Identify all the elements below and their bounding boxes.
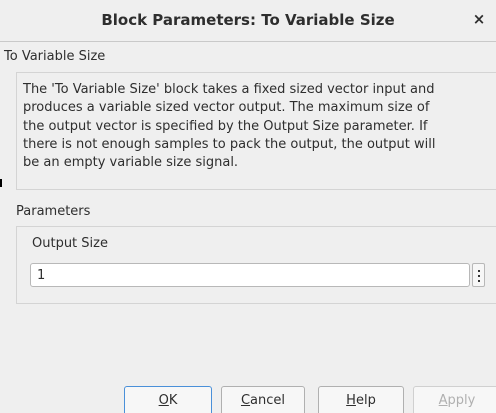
ok-button[interactable]: OK <box>124 386 212 413</box>
description-line: be an empty variable size signal. <box>23 155 239 171</box>
close-icon: × <box>472 10 486 28</box>
resize-edge-marker <box>0 179 2 187</box>
description-line: there is not enough samples to pack the … <box>23 136 436 152</box>
block-name-label: To Variable Size <box>4 49 106 64</box>
title-bar[interactable]: Block Parameters: To Variable Size × <box>0 0 496 42</box>
apply-mnemonic: A <box>438 393 448 408</box>
block-parameters-dialog: Block Parameters: To Variable Size × To … <box>0 0 496 413</box>
cancel-button[interactable]: Cancel <box>221 386 305 413</box>
close-button[interactable]: × <box>469 8 489 30</box>
output-size-more-button[interactable] <box>472 263 485 287</box>
output-size-input[interactable] <box>30 263 470 287</box>
output-size-label: Output Size <box>32 236 108 251</box>
help-label-rest: elp <box>355 393 376 408</box>
help-button[interactable]: Help <box>318 386 404 413</box>
apply-button[interactable]: Apply <box>413 386 496 413</box>
ok-label-rest: K <box>168 393 178 408</box>
parameters-section-label: Parameters <box>16 204 91 219</box>
dialog-title: Block Parameters: To Variable Size <box>101 11 395 29</box>
description-line: The 'To Variable Size' block takes a fix… <box>23 82 435 97</box>
description-line: produces a variable sized vector output.… <box>23 100 430 116</box>
help-mnemonic: H <box>346 393 356 408</box>
cancel-mnemonic: C <box>240 393 251 408</box>
cancel-label-rest: ancel <box>250 393 286 408</box>
block-description: The 'To Variable Size' block takes a fix… <box>23 81 493 172</box>
description-line: the output vector is specified by the Ou… <box>23 118 428 134</box>
apply-label-rest: pply <box>447 393 476 408</box>
ok-mnemonic: O <box>158 393 169 408</box>
